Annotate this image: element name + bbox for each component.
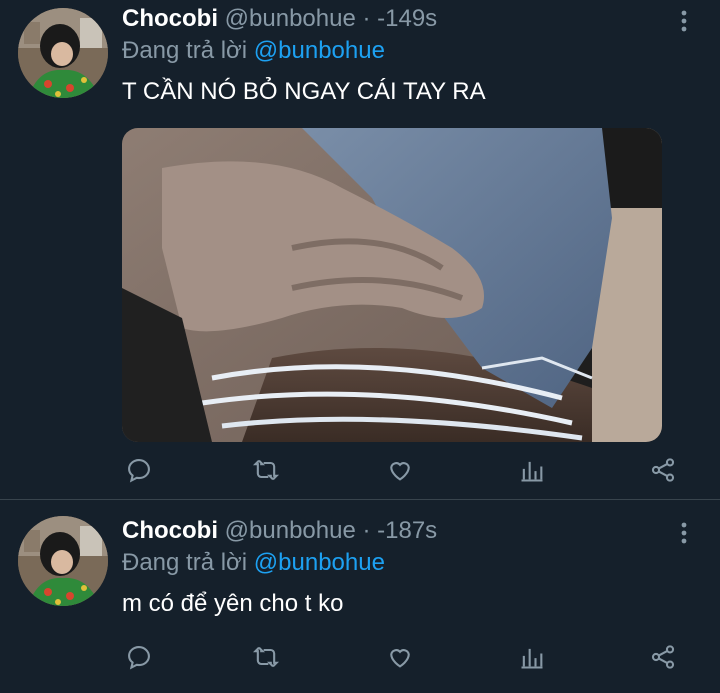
tweet-actions	[0, 452, 720, 492]
replying-to-label: Đang trả lời	[122, 37, 248, 64]
tweet-item[interactable]: Chocobi @bunbohue · -149s Đang trả lời @…	[0, 0, 720, 500]
share-icon[interactable]	[645, 639, 681, 675]
replying-to-label: Đang trả lời	[122, 549, 248, 576]
tweet-header: Chocobi @bunbohue · -149s	[122, 4, 437, 34]
avatar[interactable]	[18, 516, 108, 606]
reply-icon[interactable]	[121, 452, 157, 488]
reply-mention-link[interactable]: @bunbohue	[254, 549, 385, 576]
more-icon[interactable]	[672, 6, 696, 36]
tweet-header: Chocobi @bunbohue · -187s	[122, 516, 437, 546]
more-icon[interactable]	[672, 518, 696, 548]
analytics-icon[interactable]	[514, 639, 550, 675]
retweet-icon[interactable]	[248, 639, 284, 675]
avatar[interactable]	[18, 8, 108, 98]
replying-to: Đang trả lời @bunbohue	[122, 36, 385, 66]
reply-icon[interactable]	[121, 639, 157, 675]
tweet-photo[interactable]	[122, 128, 662, 442]
tweet-item[interactable]: Chocobi @bunbohue · -187s Đang trả lời @…	[0, 500, 720, 693]
handle-timestamp: @bunbohue · -149s	[224, 5, 438, 32]
analytics-icon[interactable]	[514, 452, 550, 488]
reply-mention-link[interactable]: @bunbohue	[254, 37, 385, 64]
tweet-actions	[0, 639, 720, 679]
share-icon[interactable]	[645, 452, 681, 488]
like-icon[interactable]	[382, 452, 418, 488]
handle-timestamp: @bunbohue · -187s	[224, 517, 438, 544]
display-name[interactable]: Chocobi	[122, 517, 218, 544]
like-icon[interactable]	[382, 639, 418, 675]
tweet-text: m có để yên cho t ko	[122, 590, 344, 617]
tweet-text: T CẦN NÓ BỎ NGAY CÁI TAY RA	[122, 78, 486, 105]
display-name[interactable]: Chocobi	[122, 5, 218, 32]
retweet-icon[interactable]	[248, 452, 284, 488]
replying-to: Đang trả lời @bunbohue	[122, 548, 385, 578]
